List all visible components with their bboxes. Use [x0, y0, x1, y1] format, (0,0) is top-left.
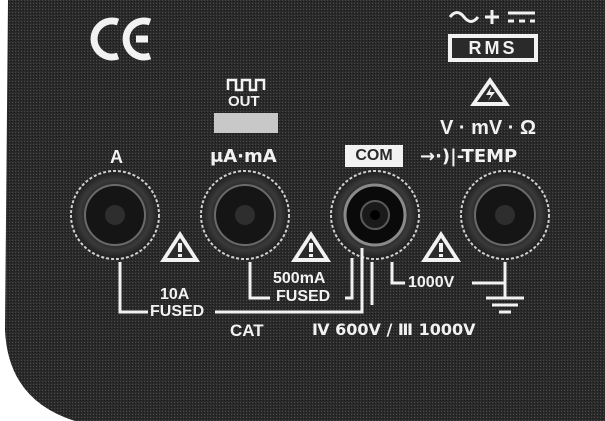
out-label: OUT	[228, 93, 260, 110]
terminal-label-v-temp: →·)|-TEMP	[420, 146, 518, 167]
jack-v[interactable]	[460, 170, 550, 260]
rms-label: RMS	[468, 38, 518, 58]
jack-com[interactable]	[330, 170, 420, 260]
rating-a-fused: FUSED	[150, 303, 205, 320]
rating-ua-ma-amps: 500mA	[273, 270, 326, 287]
jack-ua-ma[interactable]	[200, 170, 290, 260]
terminal-label-ua-ma: μA·mA	[210, 146, 277, 167]
terminal-label-v: V · mV · Ω	[440, 117, 537, 139]
multimeter-terminal-panel: RMS OUT V · mV · Ω A μA·mA COM →·)|-TEMP…	[0, 0, 605, 421]
rating-v-volts: 1000V	[408, 274, 455, 291]
out-plate	[214, 113, 278, 133]
terminal-label-a: A	[110, 147, 123, 167]
rating-a-amps: 10A	[160, 286, 190, 303]
panel-graphic	[5, 0, 605, 421]
terminal-label-com: COM	[355, 147, 393, 164]
rating-ua-ma-fused: FUSED	[276, 288, 331, 305]
jack-a[interactable]	[70, 170, 160, 260]
cat-rating: Ⅳ 600V / Ⅲ 1000V	[312, 320, 476, 339]
cat-label: CAT	[230, 321, 264, 340]
